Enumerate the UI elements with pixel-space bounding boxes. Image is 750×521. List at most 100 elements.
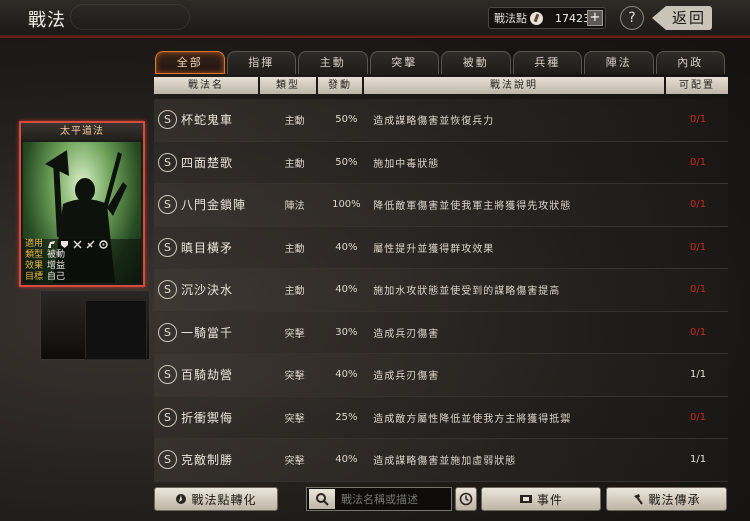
column-header-rate[interactable]: 發動: [318, 77, 362, 94]
tab-assault[interactable]: 突擊: [369, 51, 439, 74]
horse-icon: [48, 241, 55, 248]
tactic-type: 主動: [284, 158, 305, 170]
tab-internal[interactable]: 內政: [655, 51, 725, 74]
table-row[interactable]: S 一騎當千 突擊 30% 造成兵刃傷害 0/1: [154, 311, 728, 354]
magnifier-icon: [316, 493, 329, 506]
tactic-description: 降低敵軍傷害並使我軍主將獲得先攻狀態: [373, 201, 572, 213]
tactic-description: 施加中毒狀態: [373, 158, 440, 170]
table-row[interactable]: S 百騎劫營 突擊 40% 造成兵刃傷害 1/1: [154, 354, 728, 397]
tactic-rate: 40%: [335, 454, 358, 466]
shield-icon: [61, 241, 68, 248]
tactics-list: S 杯蛇鬼車 主動 50% 造成謀略傷害並恢復兵力 0/1 S 四面楚歌 主動 …: [154, 99, 728, 482]
search-field[interactable]: [306, 487, 452, 511]
inherit-label: 戰法傳承: [648, 492, 701, 507]
tactic-description: 造成兵刃傷害: [373, 371, 440, 383]
help-button[interactable]: ?: [620, 6, 644, 30]
tactic-points-display: 戰法點 17423 +: [488, 7, 606, 29]
tactic-name: 克敵制勝: [181, 453, 234, 468]
tab-formation[interactable]: 陣法: [584, 51, 654, 74]
rank-s-badge: S: [158, 407, 177, 427]
tactic-name: 百騎劫營: [181, 368, 234, 383]
card-info-row: 效果 增益: [23, 261, 141, 272]
tab-active[interactable]: 主動: [298, 51, 368, 74]
tactic-description: 造成兵刃傷害: [373, 328, 440, 340]
tactic-card[interactable]: 太平道法 適用 類型 被動 效果 增益 目標 自己: [19, 121, 145, 287]
tactic-type: 主動: [284, 116, 305, 128]
tab-passive[interactable]: 被動: [441, 51, 511, 74]
rank-s-badge: S: [158, 365, 177, 385]
points-label: 戰法點: [494, 12, 527, 25]
tactic-type: 突擊: [284, 413, 305, 425]
info-value: 被動: [47, 250, 66, 260]
tactic-description: 造成敵方屬性降低並使我方主將獲得抵禦: [373, 413, 572, 425]
table-row[interactable]: S 沉沙決水 主動 40% 施加水攻狀態並使受到的謀略傷害提高 0/1: [154, 269, 728, 312]
rank-s-badge: S: [158, 280, 177, 300]
tactic-configurable: 1/1: [690, 454, 707, 466]
tactic-name: 瞋目橫矛: [181, 240, 234, 255]
history-button[interactable]: [455, 487, 477, 511]
tactic-configurable: 1/1: [690, 369, 707, 381]
inherit-button[interactable]: 戰法傳承: [606, 487, 727, 511]
hammer-icon: [634, 494, 644, 505]
search-input[interactable]: [341, 492, 451, 506]
table-row[interactable]: S 折衝禦侮 突擊 25% 造成敵方屬性降低並使我方主將獲得抵禦 0/1: [154, 396, 728, 439]
search-icon[interactable]: [309, 489, 335, 509]
table-header: 戰法名 類型 發動 戰法說明 可配置: [154, 77, 728, 94]
crossed-swords-icon: [73, 240, 82, 249]
card-info: 適用 類型 被動 效果 增益 目標 自己: [23, 239, 141, 283]
tactic-configurable: 0/1: [690, 326, 707, 338]
info-key: 效果: [25, 261, 44, 271]
tactic-configurable: 0/1: [690, 284, 707, 296]
back-button[interactable]: 返回: [652, 5, 724, 31]
tactic-name: 沉沙決水: [181, 283, 234, 298]
info-value: 自己: [47, 272, 66, 282]
back-arrow-icon: [652, 6, 666, 30]
table-row[interactable]: S 八門金鎖陣 陣法 100% 降低敵軍傷害並使我軍主將獲得先攻狀態 0/1: [154, 184, 728, 227]
tactic-description: 造成謀略傷害並恢復兵力: [373, 116, 495, 128]
rank-s-badge: S: [158, 450, 177, 470]
coin-icon: [530, 11, 543, 25]
rank-s-badge: S: [158, 237, 177, 257]
points-value: 17423: [555, 11, 590, 25]
tab-command[interactable]: 指揮: [226, 51, 296, 74]
rank-s-badge: S: [158, 322, 177, 342]
card-info-row: 目標 自己: [23, 272, 141, 283]
event-button[interactable]: 事件: [481, 487, 601, 511]
column-header-name[interactable]: 戰法名: [154, 77, 258, 94]
column-header-configurable[interactable]: 可配置: [666, 77, 728, 94]
column-header-description: 戰法說明: [364, 77, 664, 94]
back-label: 返回: [666, 6, 713, 30]
tactic-name: 折衝禦侮: [181, 410, 234, 425]
add-points-button[interactable]: +: [587, 10, 603, 26]
info-key: 目標: [25, 272, 44, 282]
tactic-type: 主動: [284, 286, 305, 298]
tab-all[interactable]: 全部: [155, 51, 225, 74]
rank-s-badge: S: [158, 195, 177, 215]
column-header-type[interactable]: 類型: [260, 77, 316, 94]
tactic-rate: 50%: [335, 156, 358, 168]
page-title: 戰法: [28, 10, 66, 31]
tactic-name: 四面楚歌: [181, 155, 234, 170]
gear-icon: [99, 240, 108, 249]
card-info-row: 類型 被動: [23, 250, 141, 261]
tactic-configurable: 0/1: [690, 156, 707, 168]
table-row[interactable]: S 四面楚歌 主動 50% 施加中毒狀態 0/1: [154, 141, 728, 184]
table-row[interactable]: S 杯蛇鬼車 主動 50% 造成謀略傷害並恢復兵力 0/1: [154, 99, 728, 142]
tactic-rate: 50%: [335, 114, 358, 126]
coin-icon: [176, 494, 187, 504]
tactic-description: 施加水攻狀態並使受到的謀略傷害提高: [373, 286, 561, 298]
bow-icon: [86, 240, 95, 249]
tactic-name: 杯蛇鬼車: [181, 113, 234, 128]
tactic-rate: 40%: [335, 241, 358, 253]
title-ornament: [70, 4, 190, 30]
info-key: 類型: [25, 250, 44, 260]
info-key: 適用: [25, 239, 44, 249]
tactic-configurable: 0/1: [690, 114, 707, 126]
tactic-name: 一騎當千: [181, 325, 234, 340]
table-row[interactable]: S 克敵制勝 突擊 40% 造成謀略傷害並施加虛弱狀態 1/1: [154, 439, 728, 482]
category-tabs: 全部 指揮 主動 突擊 被動 兵種 陣法 內政: [155, 51, 727, 75]
tab-troop[interactable]: 兵種: [512, 51, 582, 74]
table-row[interactable]: S 瞋目橫矛 主動 40% 屬性提升並獲得群攻效果 0/1: [154, 226, 728, 269]
convert-points-button[interactable]: 戰法點轉化: [154, 487, 278, 511]
card-title: 太平道法: [21, 123, 143, 140]
